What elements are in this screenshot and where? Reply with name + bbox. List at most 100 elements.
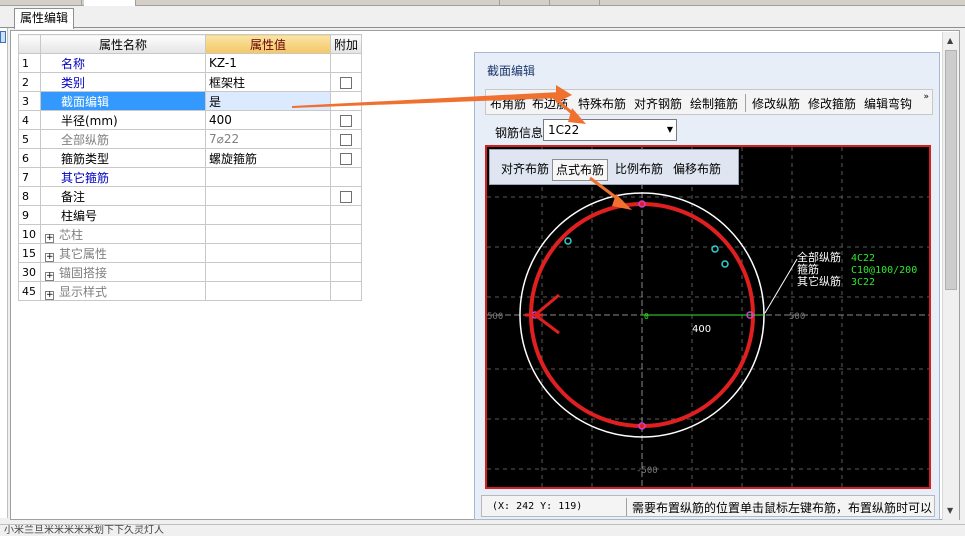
- table-row[interactable]: 9 柱编号: [18, 205, 363, 225]
- toolbar-corner-rebar[interactable]: 布角筋: [490, 95, 526, 112]
- extra-checkbox[interactable]: [340, 114, 352, 127]
- group-header[interactable]: + 芯柱: [40, 224, 206, 244]
- section-edit-panel: 截面编辑 布角筋 布边筋 特殊布筋 对齐钢筋 绘制箍筋 修改纵筋 修改箍筋 编辑…: [474, 52, 940, 520]
- dock-marker-icon[interactable]: [0, 31, 6, 43]
- table-row-selected[interactable]: 3 截面编辑 是: [18, 91, 363, 111]
- property-name[interactable]: 半径(mm): [40, 110, 206, 130]
- scroll-down-icon[interactable]: ▼: [947, 506, 953, 515]
- annotation-value: 4C22: [851, 253, 875, 264]
- rebar-point[interactable]: [564, 237, 572, 245]
- table-row-group[interactable]: 10 + 芯柱: [18, 224, 363, 244]
- bottom-tick-label: -500: [636, 466, 658, 476]
- toolbar-modify-stirrup[interactable]: 修改箍筋: [808, 95, 856, 112]
- row-number: 6: [18, 148, 41, 168]
- expand-plus-icon[interactable]: +: [45, 233, 54, 243]
- property-name[interactable]: 其它箍筋: [40, 167, 206, 187]
- origin-tick-label: 0: [644, 312, 649, 321]
- table-row[interactable]: 1 名称 KZ-1: [18, 53, 363, 73]
- extra-checkbox[interactable]: [340, 152, 352, 165]
- property-value: [205, 262, 331, 282]
- property-name[interactable]: 箍筋类型: [40, 148, 206, 168]
- property-name[interactable]: 柱编号: [40, 205, 206, 225]
- toolbar-edge-rebar[interactable]: 布边筋: [532, 95, 568, 112]
- toolbar-draw-stirrup[interactable]: 绘制箍筋: [690, 95, 738, 112]
- extra-checkbox[interactable]: [340, 76, 352, 89]
- toolbar-overflow-icon[interactable]: »: [923, 93, 929, 102]
- extra-cell: [329, 91, 363, 111]
- right-tick-label: 500: [789, 312, 805, 322]
- dropdown-arrow-icon[interactable]: ▼: [667, 120, 673, 140]
- property-value[interactable]: 框架柱: [205, 72, 331, 92]
- property-name[interactable]: 备注: [40, 186, 206, 206]
- row-number: 7: [18, 167, 41, 187]
- table-row-group[interactable]: 45 + 显示样式: [18, 281, 363, 301]
- rebar-info-row: 钢筋信息 1C22 ▼: [485, 119, 933, 143]
- group-header[interactable]: + 其它属性: [40, 243, 206, 263]
- property-value[interactable]: 螺旋箍筋: [205, 148, 331, 168]
- extra-cell: [329, 243, 363, 263]
- scroll-thumb[interactable]: [945, 50, 957, 290]
- property-value[interactable]: 是: [205, 91, 331, 111]
- status-hint: 需要布置纵筋的位置单击鼠标左键布筋，布置纵筋时可以: [632, 501, 933, 515]
- toolbar-modify-long-rebar[interactable]: 修改纵筋: [752, 95, 800, 112]
- annotation-label: 箍筋: [797, 262, 819, 276]
- property-value[interactable]: 7⌀22: [205, 129, 331, 149]
- property-name[interactable]: 名称: [40, 53, 206, 73]
- toolbar-edit-hook[interactable]: 编辑弯钩: [864, 95, 912, 112]
- row-number: 10: [18, 224, 41, 244]
- extra-checkbox[interactable]: [340, 190, 352, 203]
- table-row[interactable]: 5 全部纵筋 7⌀22: [18, 129, 363, 149]
- header-property-name[interactable]: 属性名称: [40, 34, 206, 54]
- property-value[interactable]: [205, 205, 331, 225]
- table-row-group[interactable]: 15 + 其它属性: [18, 243, 363, 263]
- ratio-placement-button[interactable]: 比例布筋: [612, 159, 666, 181]
- property-value[interactable]: [205, 186, 331, 206]
- property-value[interactable]: [205, 167, 331, 187]
- expand-plus-icon[interactable]: +: [45, 271, 54, 281]
- row-number: 3: [18, 91, 41, 111]
- table-row[interactable]: 2 类别 框架柱: [18, 72, 363, 92]
- align-placement-button[interactable]: 对齐布筋: [498, 159, 552, 181]
- expand-plus-icon[interactable]: +: [45, 290, 54, 300]
- table-row-group[interactable]: 30 + 锚固搭接: [18, 262, 363, 282]
- placement-toolbar: 对齐布筋 点式布筋 比例布筋 偏移布筋: [489, 149, 739, 185]
- header-property-value[interactable]: 属性值: [205, 34, 331, 54]
- annotation-value: 3C22: [851, 277, 875, 288]
- row-number: 1: [18, 53, 41, 73]
- tab-bar: 属性编辑: [0, 6, 965, 29]
- extra-checkbox[interactable]: [340, 133, 352, 146]
- table-row[interactable]: 8 备注: [18, 186, 363, 206]
- section-drawing[interactable]: 500 500 -500 0 400 全部纵筋 4C22 箍筋 C10@100/…: [487, 147, 929, 487]
- property-name[interactable]: 类别: [40, 72, 206, 92]
- rebar-info-select[interactable]: 1C22 ▼: [543, 119, 677, 141]
- property-name[interactable]: 全部纵筋: [40, 129, 206, 149]
- rebar-point[interactable]: [721, 260, 729, 268]
- header-extra[interactable]: 附加: [329, 34, 363, 54]
- expand-plus-icon[interactable]: +: [45, 252, 54, 262]
- table-row[interactable]: 4 半径(mm) 400: [18, 110, 363, 130]
- point-placement-button[interactable]: 点式布筋: [552, 159, 609, 181]
- extra-cell: [329, 110, 363, 130]
- property-value[interactable]: 400: [205, 110, 331, 130]
- property-name[interactable]: 截面编辑: [40, 91, 206, 111]
- section-canvas[interactable]: 500 500 -500 0 400 全部纵筋 4C22 箍筋 C10@100/…: [485, 145, 931, 489]
- group-label: 显示样式: [59, 284, 108, 299]
- table-row[interactable]: 6 箍筋类型 螺旋箍筋: [18, 148, 363, 168]
- extra-cell: [329, 262, 363, 282]
- scroll-up-icon[interactable]: ▲: [947, 36, 953, 45]
- group-header[interactable]: + 锚固搭接: [40, 262, 206, 282]
- tab-property-edit[interactable]: 属性编辑: [14, 8, 75, 29]
- row-number: 30: [18, 262, 41, 282]
- row-number: 8: [18, 186, 41, 206]
- property-value[interactable]: KZ-1: [205, 53, 331, 73]
- toolbar-align-rebar[interactable]: 对齐钢筋: [634, 95, 682, 112]
- property-grid: 属性名称 属性值 附加 1 名称 KZ-1 2 类别 框架柱 3 截面编辑 是 …: [18, 34, 363, 301]
- extra-cell: [329, 129, 363, 149]
- toolbar-special-rebar[interactable]: 特殊布筋: [578, 95, 626, 112]
- vertical-scrollbar[interactable]: ▲ ▼: [942, 32, 959, 520]
- table-row[interactable]: 7 其它箍筋: [18, 167, 363, 187]
- extra-cell: [329, 72, 363, 92]
- group-header[interactable]: + 显示样式: [40, 281, 206, 301]
- row-number: 15: [18, 243, 41, 263]
- offset-placement-button[interactable]: 偏移布筋: [670, 159, 724, 181]
